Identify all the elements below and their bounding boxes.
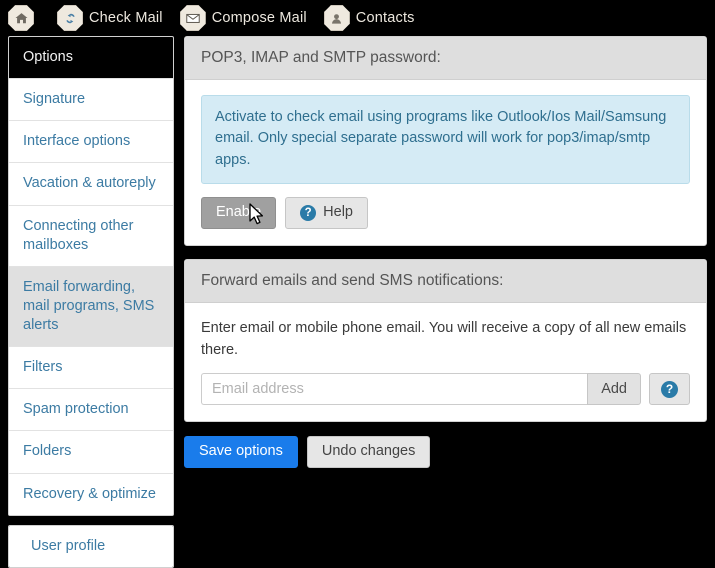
pop3-imap-smtp-panel: POP3, IMAP and SMTP password: Activate t… — [184, 36, 707, 247]
sidebar-item-interface-options[interactable]: Interface options — [9, 121, 173, 164]
pop3-button-row: Enable ? Help — [201, 197, 690, 230]
sidebar-item-recovery-optimize[interactable]: Recovery & optimize — [9, 473, 173, 515]
pop3-help-button-label: Help — [323, 204, 353, 221]
email-address-input[interactable] — [201, 373, 588, 406]
top-navigation-bar: Check Mail Compose Mail Contacts — [0, 0, 715, 36]
sidebar: Options Signature Interface options Vaca… — [8, 36, 174, 568]
sidebar-item-folders[interactable]: Folders — [9, 431, 173, 474]
pop3-panel-title: POP3, IMAP and SMTP password: — [185, 37, 706, 80]
refresh-icon — [57, 5, 83, 31]
question-circle-icon: ? — [661, 380, 678, 398]
pop3-panel-body: Activate to check email using programs l… — [185, 80, 706, 245]
nav-item-home[interactable] — [8, 5, 49, 31]
sidebar-item-filters[interactable]: Filters — [9, 347, 173, 390]
add-email-button[interactable]: Add — [587, 373, 641, 406]
sidebar-item-options[interactable]: Options — [9, 37, 173, 80]
envelope-icon — [179, 5, 206, 31]
sidebar-item-spam-protection[interactable]: Spam protection — [9, 389, 173, 432]
sidebar-menu-card: Options Signature Interface options Vaca… — [8, 36, 174, 516]
sidebar-item-user-profile[interactable]: User profile — [9, 525, 173, 567]
pop3-help-button[interactable]: ? Help — [285, 197, 368, 230]
forward-input-row: Add ? — [201, 373, 690, 406]
forward-input-group: Add — [201, 373, 641, 406]
forward-emails-panel: Forward emails and send SMS notification… — [184, 259, 707, 423]
nav-item-contacts-label: Contacts — [355, 10, 415, 26]
forward-panel-body: Enter email or mobile phone email. You w… — [185, 303, 706, 421]
sidebar-item-vacation-autoreply[interactable]: Vacation & autoreply — [9, 163, 173, 206]
sidebar-item-signature[interactable]: Signature — [9, 79, 173, 122]
nav-item-check-mail-label: Check Mail — [89, 10, 163, 26]
form-actions: Save options Undo changes — [184, 436, 707, 469]
enable-button[interactable]: Enable — [201, 197, 277, 230]
nav-item-check-mail[interactable]: Check Mail — [57, 5, 172, 31]
pop3-info-alert: Activate to check email using programs l… — [201, 95, 690, 185]
forward-description: Enter email or mobile phone email. You w… — [201, 320, 687, 358]
forward-help-button[interactable]: ? — [649, 373, 690, 406]
forward-panel-title: Forward emails and send SMS notification… — [185, 260, 706, 304]
nav-item-compose-mail[interactable]: Compose Mail — [179, 5, 316, 31]
save-options-button[interactable]: Save options — [184, 436, 298, 469]
main-content: POP3, IMAP and SMTP password: Activate t… — [184, 36, 707, 469]
user-icon — [323, 5, 350, 31]
sidebar-item-connecting-other-mailboxes[interactable]: Connecting other mailboxes — [9, 205, 173, 267]
sidebar-profile-card: User profile — [8, 524, 174, 568]
question-circle-icon: ? — [300, 205, 317, 222]
sidebar-item-email-forwarding[interactable]: Email forwarding, mail programs, SMS ale… — [9, 266, 173, 348]
nav-item-compose-mail-label: Compose Mail — [211, 10, 307, 26]
page-layout: Options Signature Interface options Vaca… — [0, 36, 715, 568]
undo-changes-button[interactable]: Undo changes — [306, 436, 431, 469]
home-icon — [8, 5, 34, 31]
nav-item-contacts[interactable]: Contacts — [323, 5, 424, 31]
